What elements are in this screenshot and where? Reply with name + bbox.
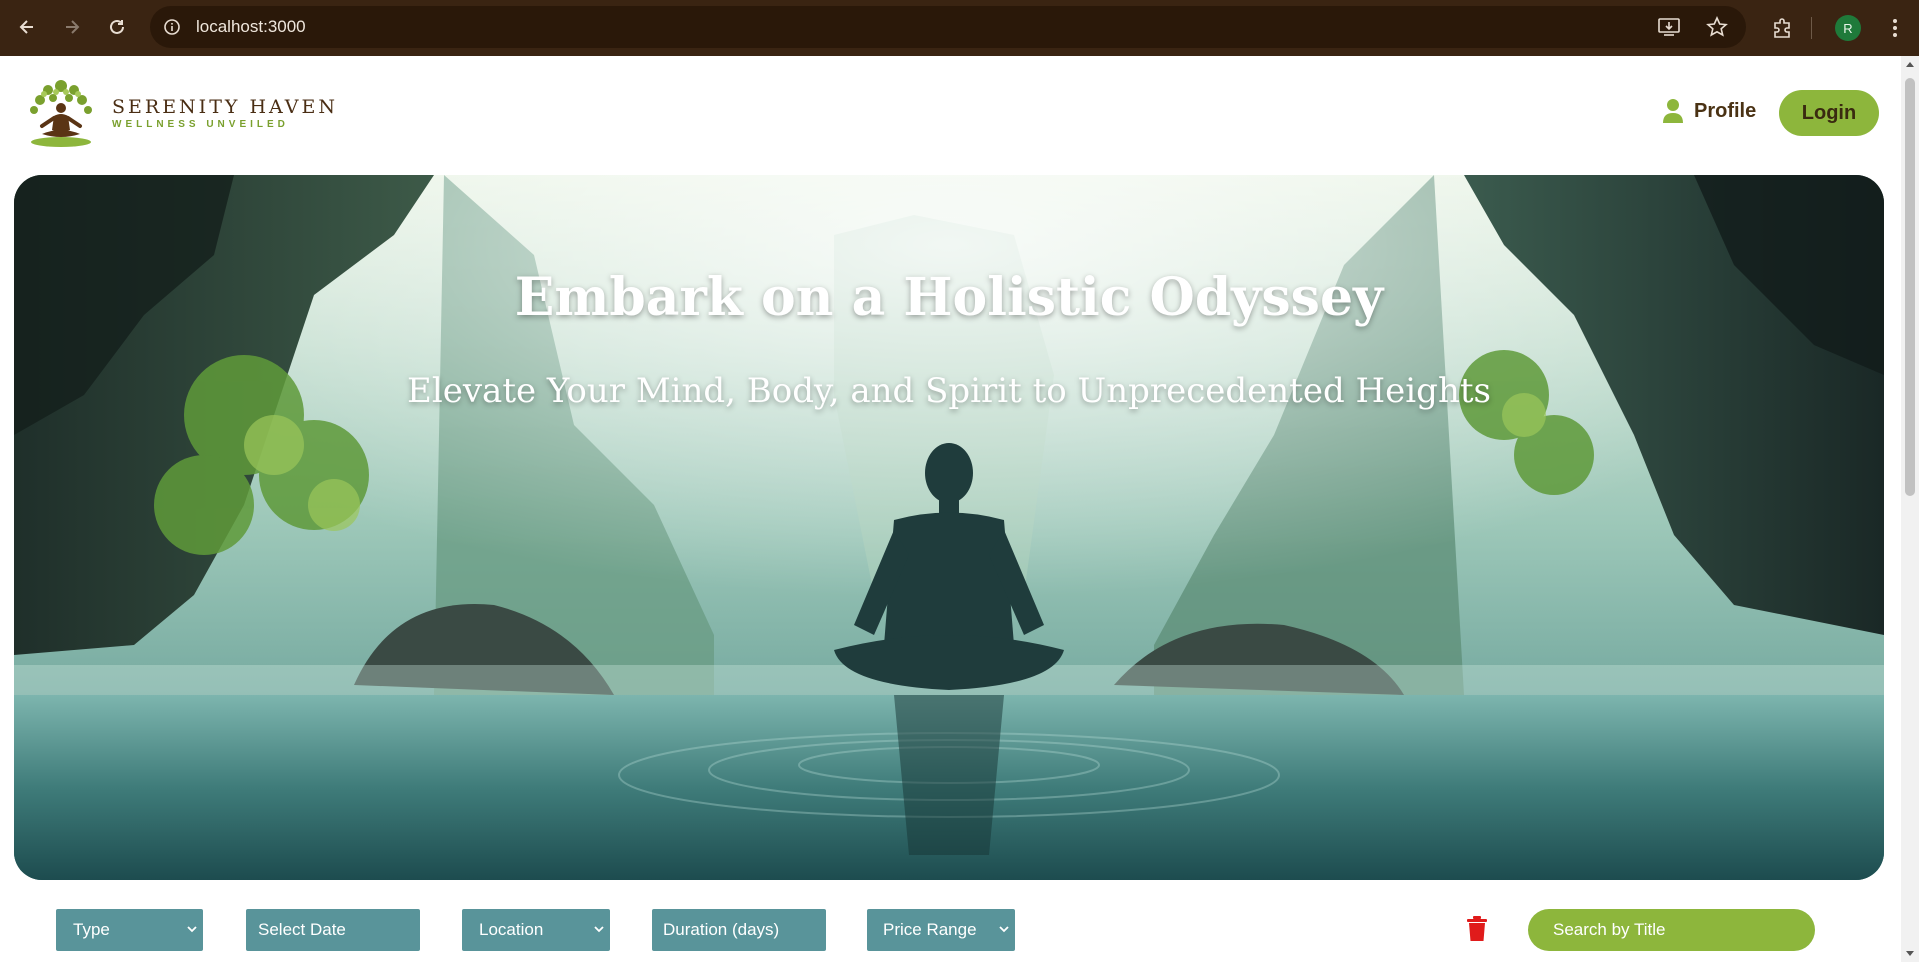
location-select[interactable]: Location	[462, 909, 610, 951]
user-icon	[1663, 99, 1683, 123]
bookmark-star-icon[interactable]	[1702, 12, 1732, 42]
profile-label[interactable]: Profile	[1694, 100, 1756, 123]
search-placeholder: Search by Title	[1553, 920, 1666, 939]
forward-icon[interactable]	[54, 9, 90, 45]
browser-toolbar: localhost:3000 R	[0, 0, 1919, 56]
reload-icon[interactable]	[99, 9, 135, 45]
extensions-icon[interactable]	[1766, 12, 1798, 44]
chevron-down-icon	[999, 926, 1009, 933]
trash-icon[interactable]	[1466, 916, 1488, 942]
chevron-down-icon	[187, 926, 197, 933]
scroll-up-arrow-icon[interactable]	[1906, 62, 1914, 67]
hero-banner: Embark on a Holistic Odyssey Elevate You…	[14, 175, 1884, 880]
scroll-down-arrow-icon[interactable]	[1906, 951, 1914, 956]
price-range-label: Price Range	[883, 920, 977, 939]
logo-title: SERENITY HAVEN	[112, 96, 339, 118]
date-input[interactable]: Select Date	[246, 909, 420, 951]
type-select-label: Type	[73, 920, 110, 939]
page-content: SERENITY HAVEN WELLNESS UNVEILED Profile…	[0, 56, 1901, 962]
address-bar[interactable]: localhost:3000	[150, 6, 1746, 48]
profile-link[interactable]: Profile	[1662, 98, 1756, 124]
site-info-icon[interactable]	[158, 13, 186, 41]
url-text[interactable]: localhost:3000	[196, 17, 306, 37]
back-icon[interactable]	[9, 9, 45, 45]
price-range-select[interactable]: Price Range	[867, 909, 1015, 951]
scroll-thumb[interactable]	[1905, 78, 1915, 496]
chevron-down-icon	[594, 926, 604, 933]
more-menu-icon[interactable]	[1879, 12, 1911, 44]
search-by-title-input[interactable]: Search by Title	[1528, 909, 1815, 951]
page-scrollbar[interactable]	[1901, 56, 1919, 962]
toolbar-divider	[1811, 17, 1812, 39]
logo-subtitle: WELLNESS UNVEILED	[112, 119, 289, 130]
duration-input[interactable]: Duration (days)	[652, 909, 826, 951]
location-select-label: Location	[479, 920, 544, 939]
date-input-placeholder: Select Date	[258, 920, 346, 939]
login-button[interactable]: Login	[1779, 90, 1879, 136]
type-select[interactable]: Type	[56, 909, 203, 951]
install-app-icon[interactable]	[1654, 12, 1684, 42]
site-logo[interactable]: SERENITY HAVEN WELLNESS UNVEILED	[20, 78, 338, 148]
hero-subtitle: Elevate Your Mind, Body, and Spirit to U…	[407, 371, 1491, 411]
hero-title: Embark on a Holistic Odyssey	[514, 267, 1384, 328]
meditating-tree-logo-icon	[30, 80, 92, 147]
duration-input-placeholder: Duration (days)	[663, 920, 780, 939]
profile-avatar[interactable]: R	[1835, 15, 1861, 41]
